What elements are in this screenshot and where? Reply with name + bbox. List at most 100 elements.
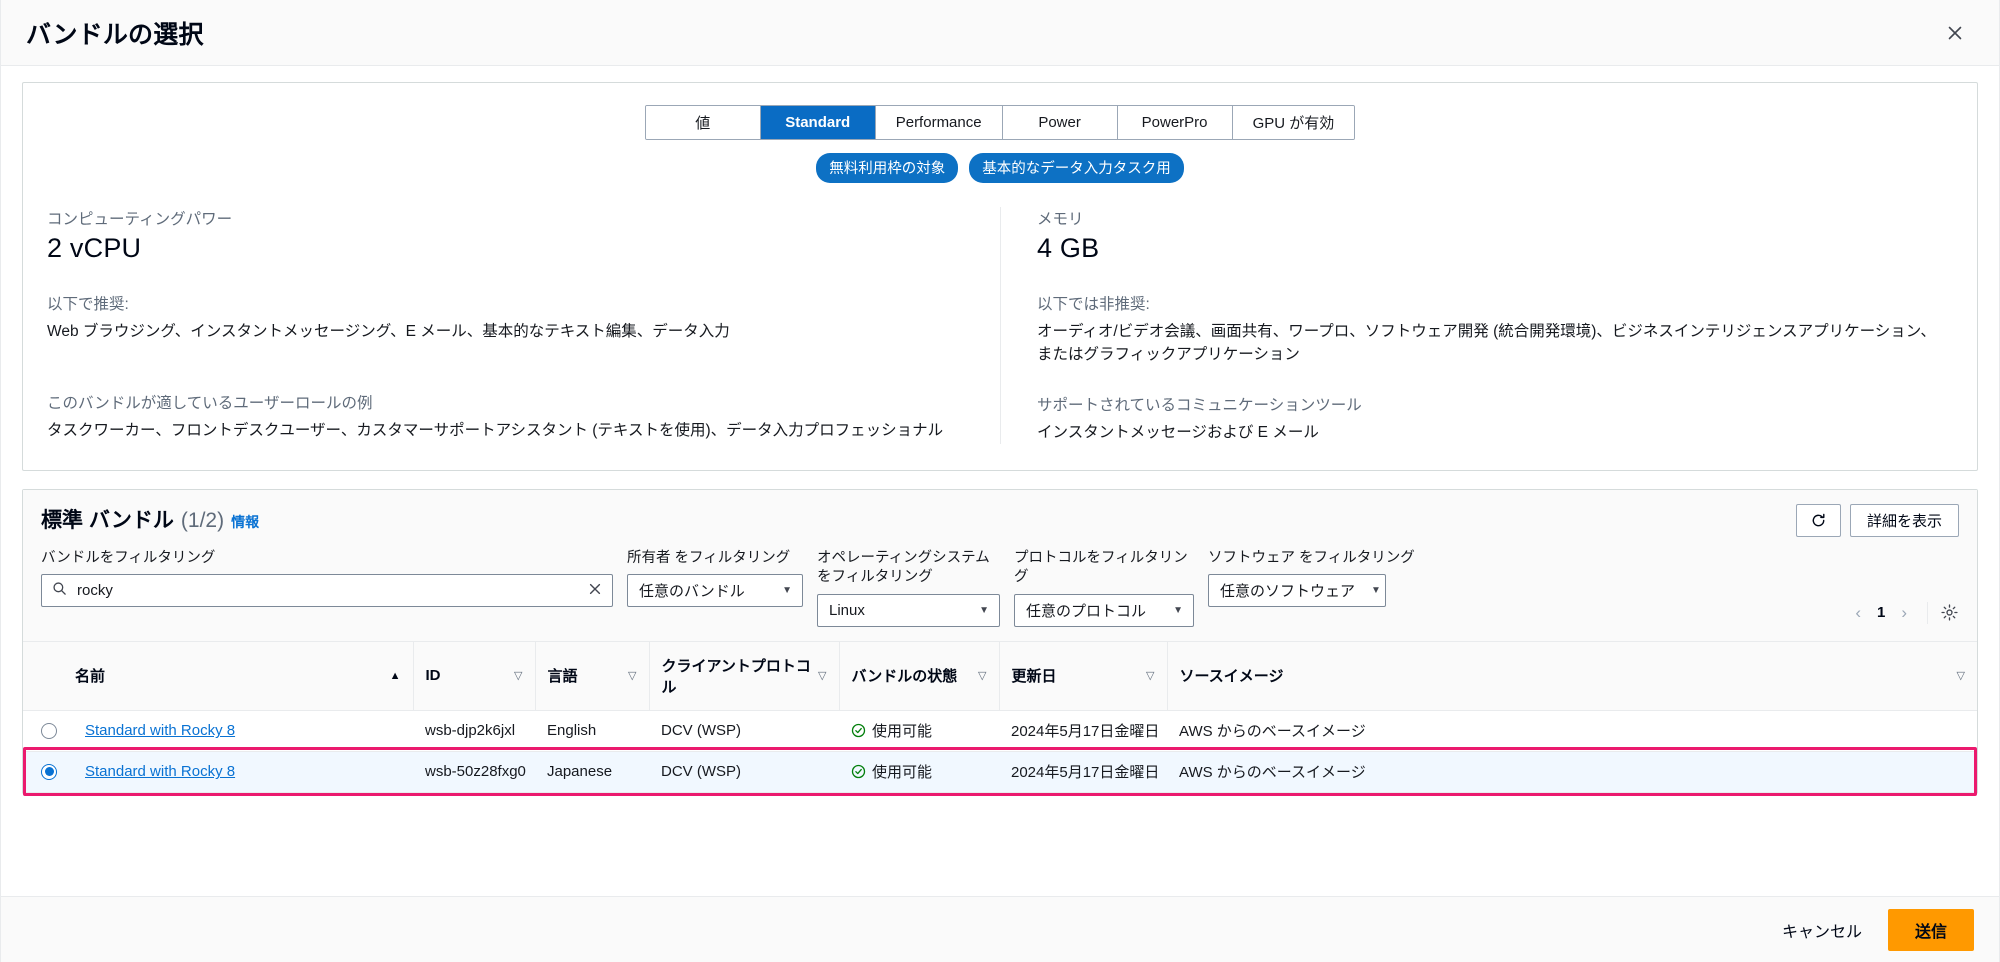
user-role-block: このバンドルが適しているユーザーロールの例 タスクワーカー、フロントデスクユーザ… [47,391,966,442]
chevron-down-icon: ▼ [1173,604,1183,616]
bundle-type-tabs: 値 Standard Performance Power PowerPro GP… [47,105,1953,140]
bundle-updated: 2024年5月17日金曜日 [1011,764,1160,782]
tab-power[interactable]: Power [1002,106,1118,139]
filter-owner-value: 任意のバンドル [639,583,745,601]
cell-source-image: AWS からのベースイメージ [1167,710,1977,752]
close-icon[interactable] [1938,16,1972,50]
bundles-table: 名前 ▲ ID ▽ 言語 ▽ クライアントプロトコル ▽ バンドルの状態 ▽ 更… [23,640,1977,793]
submit-button[interactable]: 送信 [1887,908,1974,951]
filter-os-label: オペレーティングシステム をフィルタリング [817,549,990,586]
bundle-badges: 無料利用枠の対象 基本的なデータ入力タスク用 [47,153,1953,183]
gear-icon[interactable] [1940,603,1959,622]
column-header-id[interactable]: ID ▽ [412,640,535,711]
status-available-icon [851,764,866,779]
row-radio[interactable] [41,722,57,739]
column-header-language[interactable]: 言語 ▽ [534,640,649,711]
sort-icon: ▽ [514,670,523,683]
column-label-updated: 更新日 [1011,668,1057,686]
filter-software-group: ソフトウェア をフィルタリング 任意のソフトウェア ▼ [1208,549,1415,608]
row-radio-selected[interactable] [41,763,57,780]
bundle-table-panel: 標準 バンドル (1/2) 情報 詳細を表示 バンドルをフィルタリング rock… [22,488,1978,797]
left-edge [0,0,1,962]
chevron-right-icon[interactable]: › [1893,603,1915,623]
table-row[interactable]: Standard with Rocky 8 wsb-djp2k6jxl Engl… [23,710,1977,752]
cell-name: Standard with Rocky 8 [75,751,413,793]
clear-icon[interactable] [582,582,602,600]
filter-software-select[interactable]: 任意のソフトウェア ▼ [1208,574,1386,608]
communication-tools-block: サポートされているコミュニケーションツール インスタントメッセージおよび E メ… [1037,393,1953,444]
tab-standard[interactable]: Standard [760,106,876,139]
not-recommended-text: オーディオ/ビデオ会議、画面共有、ワープロ、ソフトウェア開発 (統合開発環境)、… [1037,323,1936,364]
tab-gpu-enabled[interactable]: GPU が有効 [1232,106,1355,139]
table-row[interactable]: Standard with Rocky 8 wsb-50z28fxg0 Japa… [23,751,1977,793]
modal-footer: キャンセル 送信 [0,896,2000,962]
page-number[interactable]: 1 [1873,604,1889,621]
filter-bundle-label: バンドルをフィルタリング [41,549,216,566]
filter-protocol-label: プロトコルをフィルタリング [1014,549,1188,586]
sort-icon: ▽ [1146,670,1155,683]
search-input[interactable] [67,581,582,601]
filter-owner-select[interactable]: 任意のバンドル ▼ [627,574,803,608]
sort-icon: ▽ [978,670,987,683]
search-input-wrapper[interactable] [41,574,613,608]
communication-tools-label: サポートされているコミュニケーションツール [1037,396,1362,414]
user-role-text: タスクワーカー、フロントデスクユーザー、カスタマーサポートアシスタント (テキス… [47,422,944,440]
column-header-bundle-state[interactable]: バンドルの状態 ▽ [838,640,999,711]
tab-value[interactable]: 値 [645,106,761,139]
bundle-source: AWS からのベースイメージ [1179,723,1366,741]
filter-os-group: オペレーティングシステム をフィルタリング Linux ▼ [817,549,1000,627]
bundle-name-link[interactable]: Standard with Rocky 8 [85,763,235,780]
memory-label: メモリ [1037,211,1084,228]
sort-icon: ▽ [818,670,827,683]
recommended-text: Web ブラウジング、インスタントメッセージング、E メール、基本的なテキスト編… [47,323,730,340]
table-header-area: 標準 バンドル (1/2) 情報 詳細を表示 バンドルをフィルタリング rock… [23,489,1977,641]
tab-performance[interactable]: Performance [875,106,1003,139]
cell-bundle-state: 使用可能 [839,710,999,752]
column-label-language: 言語 [547,668,578,686]
table-title-group: 標準 バンドル (1/2) 情報 [41,504,259,534]
filter-software-value: 任意のソフトウェア [1220,583,1356,601]
chevron-down-icon: ▼ [979,604,989,616]
status-badge: 使用可能 [872,764,933,782]
filter-os-select[interactable]: Linux ▼ [817,593,1000,627]
bundle-source: AWS からのベースイメージ [1179,764,1366,782]
row-select-cell[interactable] [23,710,75,752]
modal-body: 値 Standard Performance Power PowerPro GP… [0,66,2000,896]
status-available-icon [851,723,866,738]
cell-id: wsb-djp2k6jxl [413,710,535,752]
cell-bundle-state: 使用可能 [839,751,999,793]
filter-protocol-select[interactable]: 任意のプロトコル ▼ [1014,593,1194,627]
bundle-language: English [547,722,597,740]
page-title: バンドルの選択 [26,20,204,49]
table-body: Standard with Rocky 8 wsb-djp2k6jxl Engl… [23,710,1977,793]
chevron-left-icon[interactable]: ‹ [1847,603,1869,623]
chevron-down-icon: ▼ [1371,585,1381,597]
column-header-updated[interactable]: 更新日 ▽ [998,640,1167,711]
view-details-button[interactable]: 詳細を表示 [1849,503,1959,537]
bundle-name-link[interactable]: Standard with Rocky 8 [85,722,235,739]
filter-owner-label: 所有者 をフィルタリング [627,549,791,566]
cancel-button[interactable]: キャンセル [1774,910,1870,950]
column-header-client-protocol[interactable]: クライアントプロトコル ▽ [648,640,839,711]
not-recommended-block: 以下では非推奨: オーディオ/ビデオ会議、画面共有、ワープロ、ソフトウェア開発 … [1037,292,1953,367]
select-all-column [23,640,75,711]
bundle-id: wsb-50z28fxg0 [425,763,526,781]
column-header-source-image[interactable]: ソースイメージ ▽ [1166,640,1977,711]
search-icon [52,581,67,601]
badge-free-tier: 無料利用枠の対象 [816,153,959,183]
bundle-selection-modal: バンドルの選択 値 Standard Performance Power Pow… [0,0,2000,962]
pagination: ‹ 1 › [1847,601,1959,627]
tab-powerpro[interactable]: PowerPro [1117,106,1233,139]
column-header-name[interactable]: 名前 ▲ [75,640,413,711]
info-link[interactable]: 情報 [231,512,259,532]
spec-column-left: コンピューティングパワー 2 vCPU 以下で推奨: Web ブラウジング、イン… [47,207,1000,444]
table-wrapper: 名前 ▲ ID ▽ 言語 ▽ クライアントプロトコル ▽ バンドルの状態 ▽ 更… [23,640,1977,797]
filter-software-label: ソフトウェア をフィルタリング [1208,549,1415,566]
row-select-cell[interactable] [23,751,75,793]
sort-asc-icon: ▲ [389,669,401,682]
refresh-icon[interactable] [1795,503,1841,537]
table-count: (1/2) [180,508,225,532]
column-label-id: ID [425,667,441,685]
filter-protocol-value: 任意のプロトコル [1026,602,1147,620]
status-badge: 使用可能 [872,723,933,741]
